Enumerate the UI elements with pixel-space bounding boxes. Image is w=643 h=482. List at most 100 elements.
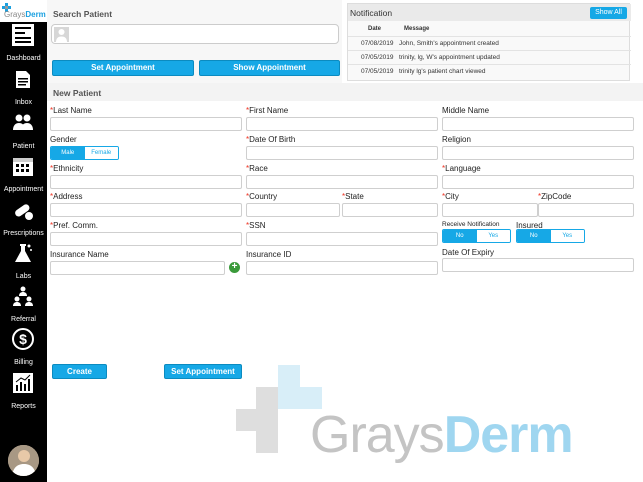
sidebar-label: Reports (11, 403, 36, 410)
ssn-field[interactable] (246, 232, 438, 246)
logo-text: GraysDerm (4, 10, 46, 19)
city-field[interactable] (442, 203, 538, 217)
gender-female-option[interactable]: Female (84, 147, 118, 159)
race-field[interactable] (246, 175, 438, 189)
avatar-photo-icon (8, 445, 39, 476)
sidebar-item-dashboard[interactable]: Dashboard (0, 22, 47, 65)
sidebar-item-billing[interactable]: $ Billing (0, 326, 47, 369)
date-of-expiry-label: Date Of Expiry (442, 248, 495, 257)
notification-row[interactable]: 07/08/2019 John, Smith's appointment cre… (348, 36, 631, 50)
language-label: *Language (442, 164, 481, 173)
gender-male-option[interactable]: Male (51, 147, 85, 159)
insurance-id-label: Insurance ID (246, 250, 292, 259)
zipcode-label: *ZipCode (538, 192, 572, 201)
dollar-icon: $ (12, 328, 34, 350)
user-avatar[interactable] (8, 445, 39, 476)
notification-message: trinity lg's patient chart viewed (399, 68, 486, 75)
pref-comm-label: *Pref. Comm. (50, 221, 99, 230)
receive-notification-no[interactable]: No (443, 230, 477, 242)
referral-icon (13, 286, 33, 306)
notification-panel: Notification Show All Date Message 07/08… (347, 3, 631, 81)
set-appointment-bottom-button[interactable]: Set Appointment (164, 364, 242, 379)
middle-name-label: Middle Name (442, 106, 490, 115)
sidebar-label: Appointment (3, 186, 44, 193)
sidebar-label: Prescriptions (3, 230, 44, 237)
search-patient-title: Search Patient (53, 9, 113, 19)
sidebar-label: Referral (11, 316, 36, 323)
svg-text:$: $ (19, 331, 27, 347)
pills-icon (15, 204, 33, 220)
first-name-field[interactable] (246, 117, 438, 131)
state-field[interactable] (342, 203, 438, 217)
sidebar-label: Billing (14, 359, 33, 366)
country-label: *Country (246, 192, 278, 201)
ethnicity-label: *Ethnicity (50, 164, 84, 173)
receive-notification-yes[interactable]: Yes (476, 230, 510, 242)
sidebar-label: Patient (12, 143, 35, 150)
brand-watermark: GraysDerm (236, 365, 636, 480)
new-patient-header: New Patient (47, 83, 643, 101)
sidebar-item-appointment[interactable]: Appointment (0, 153, 47, 196)
notification-date: 07/08/2019 (361, 40, 394, 47)
state-label: *State (342, 192, 364, 201)
notification-row[interactable]: 07/05/2019 trinity lg's patient chart vi… (348, 64, 631, 78)
language-field[interactable] (442, 175, 634, 189)
zipcode-field[interactable] (538, 203, 634, 217)
sidebar: GraysDerm Dashboard Inbox Patient Appoin… (0, 0, 47, 482)
gender-toggle: Male Female (50, 146, 119, 160)
chart-icon (13, 373, 33, 393)
sidebar-item-reports[interactable]: Reports (0, 370, 47, 413)
dashboard-icon (12, 24, 34, 46)
insurance-name-label: Insurance Name (50, 250, 109, 259)
gender-label: Gender (50, 135, 77, 144)
set-appointment-button[interactable]: Set Appointment (52, 60, 194, 76)
sidebar-item-inbox[interactable]: Inbox (0, 66, 47, 109)
notification-col-message: Message (404, 26, 430, 32)
address-field[interactable] (50, 203, 242, 217)
patients-icon (13, 114, 33, 130)
person-placeholder-icon (54, 27, 69, 42)
ssn-label: *SSN (246, 221, 266, 230)
new-patient-title: New Patient (53, 88, 102, 98)
first-name-label: *First Name (246, 106, 289, 115)
last-name-field[interactable] (50, 117, 242, 131)
insured-toggle: No Yes (516, 229, 585, 243)
notification-title: Notification (350, 8, 393, 18)
sidebar-item-referral[interactable]: Referral (0, 283, 47, 326)
calendar-icon (13, 158, 33, 176)
search-patient-input[interactable] (51, 24, 339, 44)
pref-comm-field[interactable] (50, 232, 242, 246)
sidebar-item-prescriptions[interactable]: Prescriptions (0, 197, 47, 240)
app-logo: GraysDerm (0, 0, 47, 22)
sidebar-item-labs[interactable]: Labs (0, 240, 47, 283)
notification-date: 07/05/2019 (361, 54, 394, 61)
insurance-name-field[interactable] (50, 261, 225, 275)
show-all-button[interactable]: Show All (590, 7, 627, 19)
show-appointment-button[interactable]: Show Appointment (199, 60, 340, 76)
receive-notification-toggle: No Yes (442, 229, 511, 243)
sidebar-label: Dashboard (6, 55, 41, 62)
sidebar-item-patient[interactable]: Patient (0, 110, 47, 153)
city-label: *City (442, 192, 459, 201)
insured-no[interactable]: No (517, 230, 551, 242)
create-button[interactable]: Create (52, 364, 107, 379)
country-field[interactable] (246, 203, 340, 217)
last-name-label: *Last Name (50, 106, 92, 115)
date-of-expiry-field[interactable] (442, 258, 634, 272)
receive-notification-label: Receive Notification (442, 221, 500, 228)
notification-message: trinity, lg, W's appointment updated (399, 54, 500, 61)
notification-col-date: Date (368, 26, 382, 32)
insured-yes[interactable]: Yes (550, 230, 584, 242)
sidebar-label: Inbox (14, 99, 33, 106)
notification-row[interactable]: 07/05/2019 trinity, lg, W's appointment … (348, 50, 631, 64)
address-label: *Address (50, 192, 83, 201)
ethnicity-field[interactable] (50, 175, 242, 189)
middle-name-field[interactable] (442, 117, 634, 131)
notification-header: Notification (348, 4, 631, 21)
insurance-id-field[interactable] (246, 261, 438, 275)
dob-field[interactable] (246, 146, 438, 160)
religion-label: Religion (442, 135, 471, 144)
add-insurance-icon[interactable]: + (229, 262, 240, 273)
religion-field[interactable] (442, 146, 634, 160)
notification-date: 07/05/2019 (361, 68, 394, 75)
